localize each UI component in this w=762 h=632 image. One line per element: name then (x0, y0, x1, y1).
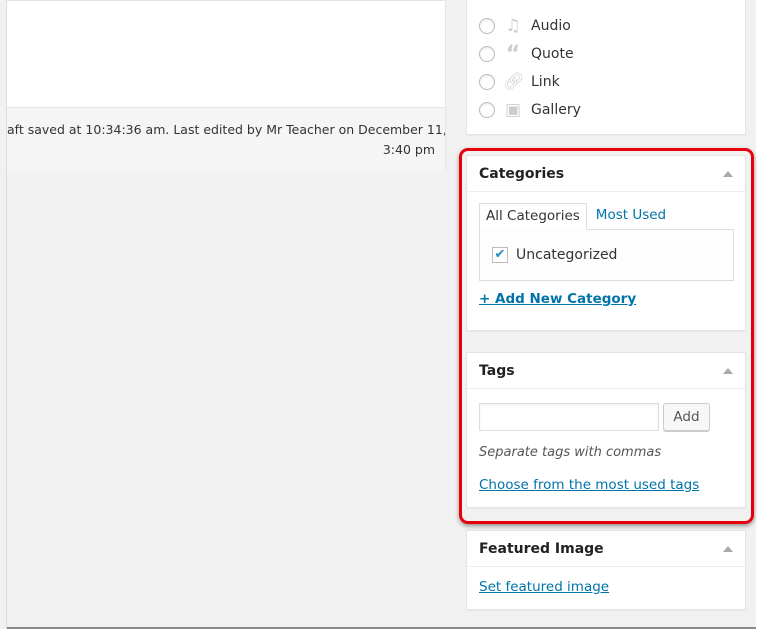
radio-button[interactable] (479, 74, 495, 90)
format-audio[interactable]: ♫ Audio (479, 16, 571, 36)
music-note-icon: ♫ (505, 16, 521, 36)
format-box: ♫ Audio “ Quote 🔗︎ Link ▣ Gallery (466, 0, 746, 135)
featured-image-title: Featured Image (479, 541, 604, 557)
post-editor: aft saved at 10:34:36 am. Last edited by… (7, 0, 446, 171)
format-label: Audio (531, 18, 571, 34)
format-label: Gallery (531, 102, 581, 118)
gallery-icon: ▣ (504, 100, 522, 120)
link-icon: 🔗︎ (503, 72, 525, 92)
featured-image-box: Featured Image Set featured image (466, 530, 746, 610)
radio-button[interactable] (479, 18, 495, 34)
format-gallery[interactable]: ▣ Gallery (479, 100, 581, 120)
left-edge (0, 0, 7, 629)
collapse-arrow-icon[interactable] (723, 546, 733, 552)
radio-button[interactable] (479, 46, 495, 62)
post-status-info: aft saved at 10:34:36 am. Last edited by… (7, 108, 445, 171)
format-link[interactable]: 🔗︎ Link (479, 72, 560, 92)
format-label: Quote (531, 46, 574, 62)
autosave-status-time: 3:40 pm (382, 142, 435, 157)
autosave-status: aft saved at 10:34:36 am. Last edited by… (7, 122, 445, 137)
radio-button[interactable] (479, 102, 495, 118)
featured-image-header[interactable]: Featured Image (467, 531, 745, 567)
quote-icon: “ (505, 41, 521, 67)
format-label: Link (531, 74, 560, 90)
tab-all-categories[interactable]: All Categories (479, 203, 587, 230)
format-quote[interactable]: “ Quote (479, 41, 574, 67)
set-featured-image-link[interactable]: Set featured image (479, 579, 609, 595)
